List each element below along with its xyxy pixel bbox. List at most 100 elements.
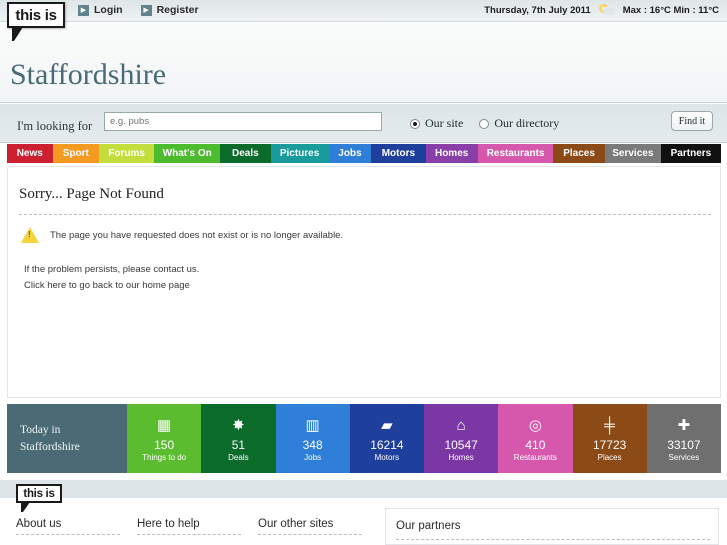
stat-label: Things to do [142,453,187,462]
divider [396,539,710,540]
divider [258,534,362,535]
stat-count: 150 [154,438,175,452]
cutlery-plate-icon: ◎ [528,416,542,434]
stat-cell-places[interactable]: ╪ 17723 Places [572,404,647,473]
nav-item-restaurants[interactable]: Restaurants [477,144,554,163]
stat-count: 348 [302,438,323,452]
nav-item-sport[interactable]: Sport [52,144,100,163]
footer-column-our-other-sites: Our other sites [258,518,362,535]
stat-cell-jobs[interactable]: ▥ 348 Jobs [275,404,350,473]
our-partners-title: Our partners [396,520,461,532]
stat-label: Jobs [304,453,322,462]
stat-count: 410 [525,438,546,452]
nav-item-label: What's On [162,148,212,159]
home-page-link[interactable]: Click here to go back to our home page [24,280,190,291]
login-label: Login [94,4,123,16]
signpost-icon: ╪ [604,416,615,434]
page-root: ▶ Login ▶ Register Thursday, 7th July 20… [0,0,727,545]
today-in-stats-strip: Today in Staffordshire ▦ 150 Things to do ✸… [7,404,721,473]
stat-label: Places [597,453,622,462]
stat-label: Restaurants [513,453,557,462]
nav-item-services[interactable]: Services [604,144,661,163]
search-label: I'm looking for [17,119,93,133]
nav-item-label: Motors [381,148,416,159]
nav-item-label: Partners [670,148,712,159]
site-logo-text: this is [15,6,57,24]
stat-cell-services[interactable]: ✚ 33107 Services [646,404,721,473]
nav-item-what-s-on[interactable]: What's On [154,144,221,163]
site-logo[interactable]: this is [7,2,65,28]
radio-our-site[interactable]: Our site [410,116,463,131]
nav-item-deals[interactable]: Deals [220,144,271,163]
warning-message: The page you have requested does not exi… [50,229,344,241]
stat-cell-things-to-do[interactable]: ▦ 150 Things to do [127,404,202,473]
sun-behind-cloud-icon [598,4,615,17]
stat-cell-restaurants[interactable]: ◎ 410 Restaurants [498,404,573,473]
nav-item-label: News [16,148,43,159]
top-links: ▶ Login ▶ Register [78,4,199,16]
main-content-panel: Sorry... Page Not Found The page you hav… [7,166,721,398]
stats-title-line-2: Staffordshire [20,441,80,453]
temperature-readout: Max : 16°C Min : 11°C [622,5,719,16]
stat-cell-homes[interactable]: ⌂ 10547 Homes [424,404,499,473]
primary-nav: News Sport Forums What's On Deals Pictures Job… [7,144,721,163]
play-triangle-icon: ▶ [140,4,152,16]
nav-item-label: Services [612,148,654,159]
stat-count: 17723 [592,438,627,452]
nav-item-label: Deals [231,148,259,159]
stats-title-line-1: Today in [20,424,61,436]
footer-logo[interactable]: this is [16,484,62,503]
stat-count: 33107 [667,438,701,452]
nav-item-jobs[interactable]: Jobs [328,144,372,163]
nav-item-label: Places [563,148,595,159]
footer-column-about-us: About us [16,518,120,535]
stat-count: 16214 [370,438,404,452]
house-icon: ⌂ [456,416,466,434]
nav-item-label: Sport [62,148,89,159]
our-partners-panel: Our partners [385,508,719,545]
briefcase-icon: ▥ [305,416,320,434]
car-icon: ▰ [381,416,393,434]
divider [16,534,120,535]
contact-us-text[interactable]: If the problem persists, please contact … [24,264,199,275]
masthead: Staffordshire [0,22,727,103]
nav-item-motors[interactable]: Motors [371,144,426,163]
nav-item-label: Jobs [338,148,362,159]
nav-item-partners[interactable]: Partners [660,144,721,163]
nav-item-places[interactable]: Places [553,144,605,163]
stat-count: 51 [231,438,246,452]
register-label: Register [156,4,199,16]
stat-label: Motors [374,453,400,462]
find-it-button[interactable]: Find it [671,111,713,131]
stats-cells: ▦ 150 Things to do ✸ 51 Deals ▥ 348 Jobs ▰ 16214 Mo… [127,404,721,473]
login-link[interactable]: ▶ Login [78,4,123,16]
top-utility-bar: ▶ Login ▶ Register Thursday, 7th July 20… [0,0,727,22]
footer-column-title[interactable]: Here to help [137,518,241,530]
footer-column-title[interactable]: About us [16,518,120,530]
nav-item-forums[interactable]: Forums [99,144,155,163]
footer-band [0,480,727,498]
radio-selected-icon [410,118,420,129]
search-input[interactable] [104,112,382,131]
footer-column-here-to-help: Here to help [137,518,241,535]
warning-row: The page you have requested does not exi… [21,227,343,243]
page-title: Staffordshire [10,58,167,91]
register-link[interactable]: ▶ Register [140,4,199,16]
stat-label: Deals [228,453,249,462]
radio-our-directory[interactable]: Our directory [479,116,559,131]
pound-badge-icon: ✸ [232,416,245,434]
stat-label: Homes [448,453,474,462]
footer-logo-speech-tail [21,502,30,512]
footer-column-title[interactable]: Our other sites [258,518,362,530]
stat-count: 10547 [444,438,478,452]
date-weather-group: Thursday, 7th July 2011 Max : 16°C Min :… [484,4,719,17]
stat-cell-deals[interactable]: ✸ 51 Deals [201,404,276,473]
error-heading: Sorry... Page Not Found [19,186,164,202]
nav-item-pictures[interactable]: Pictures [270,144,329,163]
footer-logo-text: this is [23,487,55,500]
radio-unselected-icon [479,118,490,129]
nav-item-news[interactable]: News [7,144,53,163]
nav-item-homes[interactable]: Homes [425,144,478,163]
stats-title-block: Today in Staffordshire [7,404,127,473]
stat-cell-motors[interactable]: ▰ 16214 Motors [349,404,424,473]
